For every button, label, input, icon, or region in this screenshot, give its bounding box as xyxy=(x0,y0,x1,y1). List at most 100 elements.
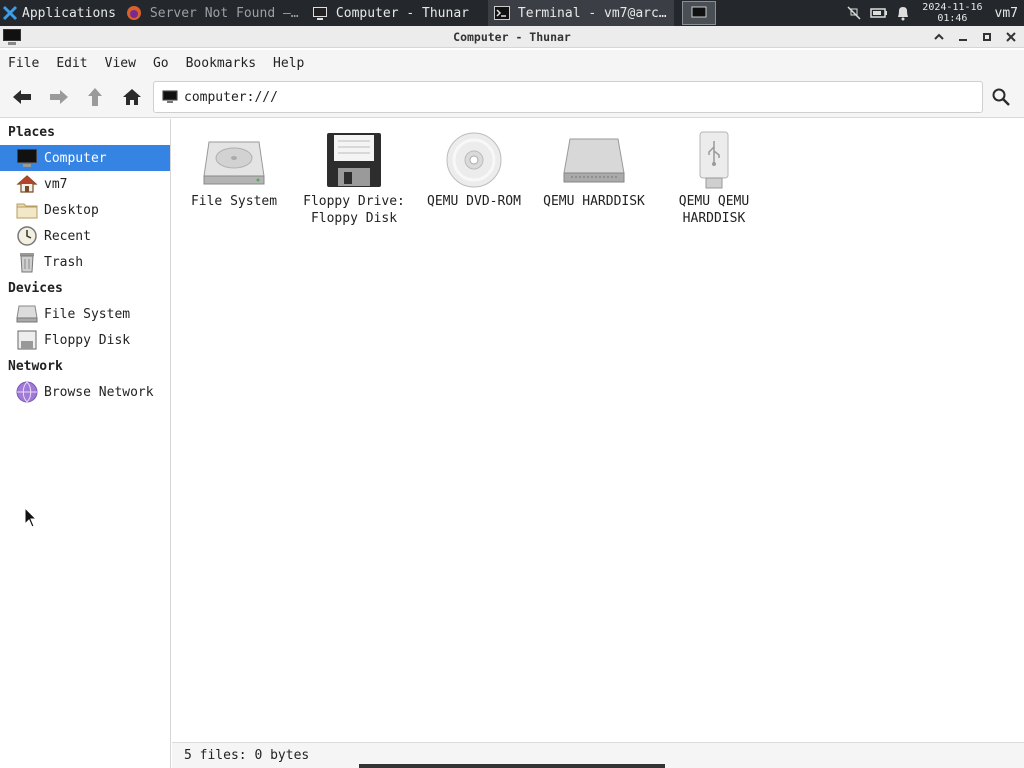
applications-label: Applications xyxy=(22,5,116,21)
system-tray: 2024-11-16 01:46 vm7 xyxy=(846,2,1024,24)
sidebar-header-places: Places xyxy=(8,124,55,140)
task-thunar[interactable]: Computer - Thunar xyxy=(306,0,488,26)
close-button[interactable] xyxy=(1002,28,1020,46)
optical-disc-icon xyxy=(446,132,502,188)
sidebar-item-label: Trash xyxy=(44,254,84,270)
clock[interactable]: 2024-11-16 01:46 xyxy=(922,2,982,24)
sidebar-item-label: Desktop xyxy=(44,202,99,218)
task-label: Computer - Thunar xyxy=(335,5,469,21)
file-view[interactable]: File System Floppy Drive: Floppy Disk QE… xyxy=(172,119,1024,742)
menubar: File Edit View Go Bookmarks Help xyxy=(0,50,1024,76)
firefox-icon xyxy=(126,6,141,20)
menu-view[interactable]: View xyxy=(105,56,136,71)
file-item-qemu-harddisk[interactable]: QEMU HARDDISK xyxy=(532,129,656,210)
computer-icon xyxy=(17,149,37,167)
sidebar-item-floppy-disk[interactable]: Floppy Disk xyxy=(0,327,170,353)
file-label: Floppy Drive: Floppy Disk xyxy=(303,194,405,226)
file-label: QEMU QEMU HARDDISK xyxy=(678,194,750,226)
task-firefox[interactable]: Server Not Found —… xyxy=(120,0,306,26)
clock-date: 2024-11-16 xyxy=(922,2,983,13)
computer-icon xyxy=(162,90,178,103)
file-item-file-system[interactable]: File System xyxy=(172,129,296,210)
harddisk-icon xyxy=(16,305,38,323)
menu-file[interactable]: File xyxy=(8,56,39,71)
battery-icon[interactable] xyxy=(870,6,888,20)
workspace-switcher[interactable] xyxy=(681,1,716,25)
minimize-icon xyxy=(959,39,967,41)
clock-icon xyxy=(17,226,37,246)
task-terminal[interactable]: Terminal - vm7@arc… xyxy=(487,0,674,26)
horizontal-scrollbar[interactable] xyxy=(359,764,665,768)
file-item-qemu-qemu-harddisk[interactable]: QEMU QEMU HARDDISK xyxy=(652,129,776,227)
mouse-pointer-icon xyxy=(24,507,38,528)
home-icon xyxy=(16,175,38,193)
sidebar-item-vm7[interactable]: vm7 xyxy=(0,171,170,197)
location-text: computer:/// xyxy=(184,89,278,105)
file-label: QEMU DVD-ROM xyxy=(427,194,521,209)
floppy-icon xyxy=(327,133,381,187)
home-icon xyxy=(123,89,141,105)
sidebar-item-file-system[interactable]: File System xyxy=(0,301,170,327)
file-label: File System xyxy=(190,194,278,209)
terminal-icon xyxy=(493,6,510,20)
file-item-qemu-dvd-rom[interactable]: QEMU DVD-ROM xyxy=(412,129,536,210)
muted-notification-icon[interactable] xyxy=(846,5,862,21)
sidebar-item-label: Browse Network xyxy=(44,384,154,400)
menu-edit[interactable]: Edit xyxy=(56,56,87,71)
menu-bookmarks[interactable]: Bookmarks xyxy=(186,56,256,71)
network-icon xyxy=(16,381,38,403)
sidebar: Places Computer vm7 Desktop Recent Trash… xyxy=(0,119,171,768)
applications-menu[interactable]: Applications xyxy=(0,0,120,26)
top-panel: Applications Server Not Found —… Compute… xyxy=(0,0,1024,26)
sidebar-header-devices: Devices xyxy=(8,280,63,296)
usb-drive-icon xyxy=(699,131,729,189)
sidebar-item-desktop[interactable]: Desktop xyxy=(0,197,170,223)
maximize-icon xyxy=(983,33,991,41)
menu-go[interactable]: Go xyxy=(153,56,169,71)
sidebar-item-recent[interactable]: Recent xyxy=(0,223,170,249)
back-button[interactable] xyxy=(9,84,35,110)
window-titlebar[interactable]: Computer - Thunar xyxy=(0,26,1024,48)
home-button[interactable] xyxy=(119,84,145,110)
file-item-floppy-drive[interactable]: Floppy Drive: Floppy Disk xyxy=(292,129,416,227)
sidebar-item-trash[interactable]: Trash xyxy=(0,249,170,275)
close-icon xyxy=(1006,32,1016,42)
maximize-button[interactable] xyxy=(978,28,996,46)
window-title: Computer - Thunar xyxy=(453,30,571,44)
sidebar-item-label: vm7 xyxy=(44,176,68,192)
location-bar[interactable]: computer:/// xyxy=(153,81,983,113)
status-text: 5 files: 0 bytes xyxy=(184,748,310,763)
search-button[interactable] xyxy=(988,84,1014,110)
user-menu[interactable]: vm7 xyxy=(995,6,1018,21)
minimize-button[interactable] xyxy=(954,28,972,46)
task-label: Terminal - vm7@arc… xyxy=(517,5,667,21)
trash-icon xyxy=(20,253,34,273)
bell-icon[interactable] xyxy=(896,5,910,21)
sidebar-item-label: Floppy Disk xyxy=(44,332,131,348)
workspace-window-icon xyxy=(691,6,707,18)
xfce-logo-icon xyxy=(2,5,18,21)
task-label: Server Not Found —… xyxy=(149,5,299,21)
chevron-up-icon xyxy=(934,33,944,40)
arrow-up-icon xyxy=(88,88,102,106)
sidebar-item-label: Computer xyxy=(44,150,107,166)
sidebar-header-network: Network xyxy=(8,358,63,374)
folder-icon xyxy=(16,203,38,219)
sidebar-item-browse-network[interactable]: Browse Network xyxy=(0,379,170,405)
arrow-right-icon xyxy=(50,90,68,104)
file-label: QEMU HARDDISK xyxy=(543,194,645,209)
harddisk-icon xyxy=(563,138,625,183)
search-icon xyxy=(992,88,1010,106)
computer-icon xyxy=(312,7,327,20)
shade-button[interactable] xyxy=(930,28,948,46)
forward-button[interactable] xyxy=(46,84,72,110)
clock-time: 01:46 xyxy=(937,13,968,24)
sidebar-item-label: Recent xyxy=(44,228,91,244)
menu-help[interactable]: Help xyxy=(273,56,304,71)
toolbar: computer:/// xyxy=(0,76,1024,118)
arrow-left-icon xyxy=(13,90,31,104)
parent-folder-button[interactable] xyxy=(82,84,108,110)
harddisk-icon xyxy=(203,141,265,185)
sidebar-item-computer[interactable]: Computer xyxy=(0,145,170,171)
sidebar-item-label: File System xyxy=(44,306,131,322)
